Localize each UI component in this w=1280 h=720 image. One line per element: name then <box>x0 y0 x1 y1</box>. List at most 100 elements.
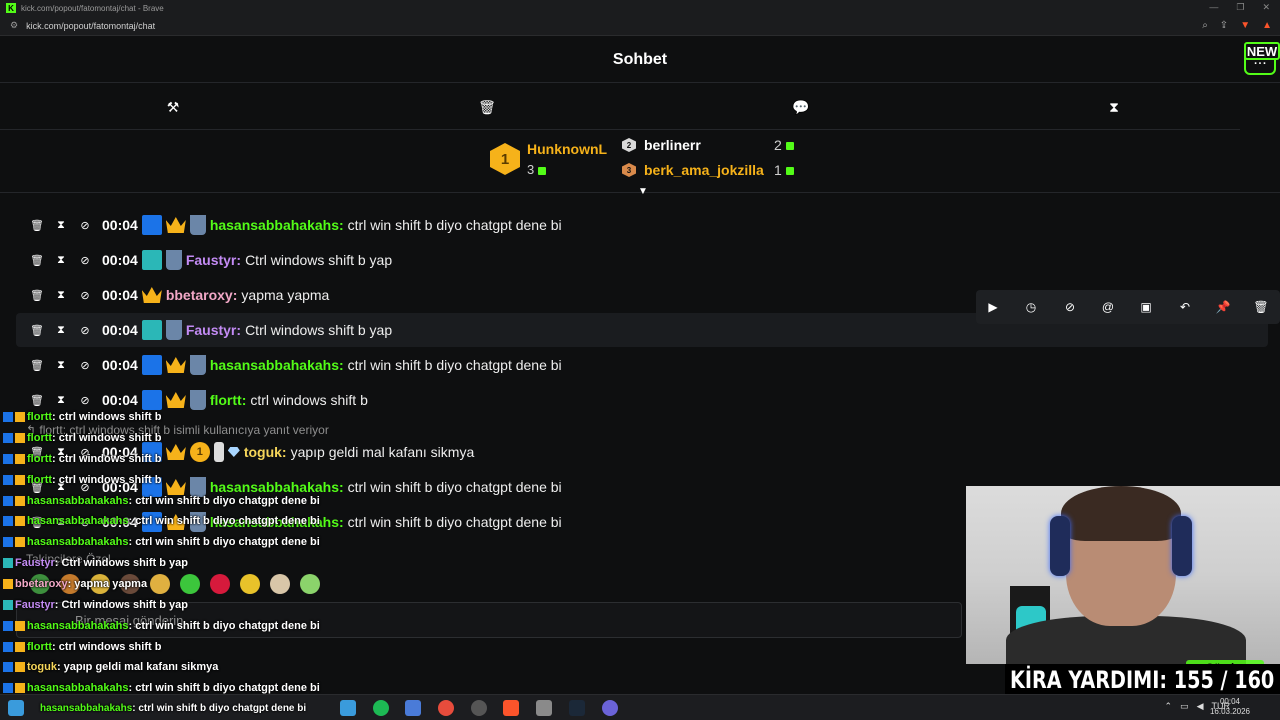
delete-icon[interactable]: 🗑 <box>28 359 46 372</box>
copy-icon[interactable]: ▣ <box>1137 298 1155 316</box>
message-text: ctrl win shift b diyo chatgpt dene bi <box>347 479 562 495</box>
ban-icon[interactable]: ⊘ <box>76 289 94 302</box>
restore-icon[interactable]: ❐ <box>1236 2 1244 13</box>
crown-icon <box>15 496 25 506</box>
overlay-line: hasansabbahakahs : ctrl win shift b diyo… <box>0 681 320 695</box>
mod-toolbar: ⚒ 🗑 💬 ⧗ <box>0 84 1240 130</box>
timeout-icon[interactable]: ⧗ <box>52 324 70 337</box>
leaderboard-first-name: HunknownL <box>527 141 608 157</box>
ban-icon[interactable]: ⊘ <box>76 359 94 372</box>
clock-icon[interactable]: ◷ <box>1022 298 1040 316</box>
crown-icon <box>15 516 25 526</box>
new-badge[interactable]: NEW <box>1244 42 1280 60</box>
delete-icon[interactable]: 🗑 <box>28 219 46 232</box>
site-info-icon[interactable]: ⚙ <box>10 20 18 31</box>
chat-message[interactable]: 🗑 ⧗ ⊘ 00:04 hasansabbahakahs: ctrl win shi… <box>16 208 1268 242</box>
leaderboard-second[interactable]: 2 berlinerr 2 <box>622 135 794 155</box>
chat-bubble-icon[interactable]: 💬 <box>792 98 810 116</box>
delete-icon[interactable]: 🗑 <box>28 289 46 302</box>
username[interactable]: hasansabbahakahs: <box>210 357 344 373</box>
crown-icon <box>15 454 25 464</box>
obs-icon[interactable] <box>471 700 487 716</box>
crown-icon <box>15 412 25 422</box>
taskbar-clock[interactable]: 00:04 16.03.2026 <box>1210 697 1250 717</box>
app-icon[interactable] <box>340 700 356 716</box>
delete-icon[interactable]: 🗑 <box>28 254 46 267</box>
mod-icon <box>3 475 13 485</box>
kick-logo-icon: K <box>6 3 16 13</box>
username[interactable]: Faustyr: <box>186 252 241 268</box>
zoom-icon[interactable]: ⌕ <box>1202 20 1208 31</box>
brave-rewards-icon[interactable]: ▲ <box>1262 20 1272 31</box>
crown-icon <box>15 621 25 631</box>
hide-icon[interactable]: ⊘ <box>1061 298 1079 316</box>
leaderboard-third[interactable]: 3 berk_ama_jokzilla 1 <box>622 160 794 180</box>
ban-icon[interactable]: ⊘ <box>76 394 94 407</box>
timeout-icon[interactable]: ⧗ <box>52 254 70 267</box>
play-icon[interactable]: ▶ <box>984 298 1002 316</box>
message-time: 00:04 <box>102 392 138 408</box>
chat-message[interactable]: 🗑 ⧗ ⊘ 00:04 Faustyr: Ctrl windows shift b … <box>16 243 1268 277</box>
collapse-icon[interactable]: ▼ <box>638 186 648 197</box>
chat-message[interactable]: 🗑 ⧗ ⊘ 00:04 hasansabbahakahs: ctrl win shi… <box>16 348 1268 382</box>
app-icon[interactable] <box>602 700 618 716</box>
username[interactable]: flortt: <box>210 392 247 408</box>
emote-icon[interactable] <box>180 574 200 594</box>
chrome-icon[interactable] <box>438 700 454 716</box>
ban-icon[interactable]: ⊘ <box>76 254 94 267</box>
url-text[interactable]: kick.com/popout/fatomontaj/chat <box>26 21 155 31</box>
mention-icon[interactable]: @ <box>1099 298 1117 316</box>
chevron-up-icon[interactable]: ⌃ <box>1165 701 1173 712</box>
emote-icon[interactable] <box>300 574 320 594</box>
cup-badge-icon <box>189 355 206 375</box>
ban-icon[interactable]: ⊘ <box>76 219 94 232</box>
message-text: yapma yapma <box>241 287 330 303</box>
hourglass-icon[interactable]: ⧗ <box>1105 98 1123 116</box>
spotify-icon[interactable] <box>373 700 389 716</box>
brave-icon[interactable] <box>503 700 519 716</box>
steam-icon[interactable] <box>569 700 585 716</box>
overlay-line: hasansabbahakahs : ctrl win shift b diyo… <box>0 494 320 508</box>
username[interactable]: Faustyr: <box>186 322 241 338</box>
volume-icon[interactable]: ◀ <box>1197 701 1204 712</box>
delete-icon[interactable]: 🗑 <box>28 324 46 337</box>
chat-message[interactable]: 🗑 ⧗ ⊘ 00:04 flortt: ctrl windows shift b <box>16 383 1268 417</box>
streamer-hair <box>1061 486 1181 541</box>
delete-icon[interactable]: 🗑 <box>1252 298 1270 316</box>
timeout-icon[interactable]: ⧗ <box>52 219 70 232</box>
cup-badge-icon <box>189 390 206 410</box>
username[interactable]: hasansabbahakahs: <box>210 479 344 495</box>
overlay-line: hasansabbahakahs : ctrl win shift b diyo… <box>0 619 320 633</box>
explorer-icon[interactable] <box>536 700 552 716</box>
emote-icon[interactable] <box>270 574 290 594</box>
overlay-line: flortt : ctrl windows shift b <box>0 473 161 487</box>
share-icon[interactable]: ⇪ <box>1220 20 1228 31</box>
webcam-feed <box>966 486 1280 664</box>
brave-shields-icon[interactable]: ▼ <box>1240 20 1250 31</box>
username[interactable]: hasansabbahakahs: <box>210 217 344 233</box>
start-icon[interactable] <box>8 700 24 716</box>
reply-icon[interactable]: ↶ <box>1176 298 1194 316</box>
username[interactable]: bbetaroxy: <box>166 287 238 303</box>
hammer-icon[interactable]: ⚒ <box>164 98 182 116</box>
emote-icon[interactable] <box>210 574 230 594</box>
crown-badge-icon <box>165 357 186 373</box>
minimize-icon[interactable]: — <box>1209 2 1218 13</box>
ban-icon[interactable]: ⊘ <box>76 324 94 337</box>
pin-icon[interactable]: 📌 <box>1214 298 1232 316</box>
timeout-icon[interactable]: ⧗ <box>52 289 70 302</box>
emote-icon[interactable] <box>150 574 170 594</box>
cup-badge-icon <box>165 250 182 270</box>
close-icon[interactable]: ✕ <box>1262 2 1270 13</box>
trash-icon[interactable]: 🗑 <box>478 98 496 116</box>
message-time: 00:04 <box>102 287 138 303</box>
network-icon[interactable]: ▭ <box>1180 701 1189 712</box>
username[interactable]: toguk: <box>244 444 287 460</box>
chat-message[interactable]: 🗑 ⧗ ⊘ 00:04 1 toguk: yapıp geldi mal kafan… <box>16 435 1268 469</box>
emote-icon[interactable] <box>240 574 260 594</box>
timeout-icon[interactable]: ⧗ <box>52 359 70 372</box>
timeout-icon[interactable]: ⧗ <box>52 394 70 407</box>
delete-icon[interactable]: 🗑 <box>28 394 46 407</box>
calculator-icon[interactable] <box>405 700 421 716</box>
address-bar[interactable]: ⚙ kick.com/popout/fatomontaj/chat ⌕ ⇪ ▼ … <box>0 16 1280 36</box>
